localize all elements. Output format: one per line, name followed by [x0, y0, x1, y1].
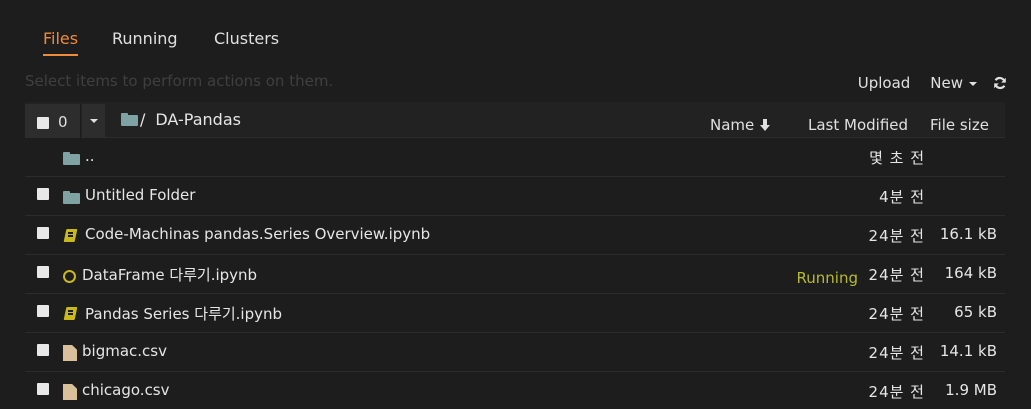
- item-last-modified: 24분 전: [868, 383, 925, 401]
- list-item[interactable]: chicago.csv 24분 전 1.9 MB: [25, 372, 1005, 409]
- item-file-size: 65 kB: [954, 303, 997, 321]
- row-checkbox[interactable]: [37, 266, 49, 278]
- sort-name-label: Name: [710, 116, 755, 134]
- tab-bar: Files Running Clusters: [25, 28, 1005, 56]
- new-button-label: New: [930, 74, 963, 92]
- item-last-modified: 24분 전: [868, 305, 925, 323]
- item-name[interactable]: Pandas Series 다루기.ipynb: [85, 303, 282, 324]
- item-name[interactable]: Code-Machinas pandas.Series Overview.ipy…: [85, 225, 430, 243]
- selected-count: 0: [58, 113, 68, 131]
- sort-by-name-button[interactable]: Name: [710, 116, 771, 134]
- refresh-icon[interactable]: [993, 76, 1007, 90]
- folder-icon: [63, 151, 80, 169]
- selection-hint: Select items to perform actions on them.: [25, 72, 334, 90]
- running-circle-icon: [63, 269, 76, 287]
- list-item[interactable]: Pandas Series 다루기.ipynb 24분 전 65 kB: [25, 294, 1005, 333]
- chevron-down-icon: [90, 119, 98, 123]
- arrow-down-icon: [760, 119, 771, 131]
- chevron-down-icon: [969, 81, 977, 86]
- item-name[interactable]: DataFrame 다루기.ipynb: [82, 264, 257, 285]
- item-last-modified: 24분 전: [868, 227, 925, 245]
- item-name[interactable]: chicago.csv: [82, 381, 170, 399]
- list-item[interactable]: .. 몇 초 전: [25, 138, 1005, 177]
- file-list: 0 / DA-Pandas Name Last Modified File si…: [25, 102, 1005, 409]
- breadcrumb: / DA-Pandas: [121, 110, 241, 129]
- tab-clusters[interactable]: Clusters: [214, 28, 279, 56]
- folder-icon: [63, 190, 80, 208]
- file-icon: [63, 345, 77, 365]
- sort-by-last-modified-button[interactable]: Last Modified: [808, 116, 908, 134]
- item-file-size: 16.1 kB: [939, 225, 997, 243]
- file-icon: [63, 384, 77, 404]
- item-last-modified: 24분 전: [868, 266, 925, 284]
- select-all-button[interactable]: 0: [25, 104, 81, 138]
- item-name[interactable]: ..: [85, 147, 95, 165]
- row-checkbox[interactable]: [37, 383, 49, 395]
- breadcrumb-separator: /: [140, 110, 146, 129]
- notebook-icon: [63, 228, 76, 246]
- item-last-modified: 몇 초 전: [869, 149, 925, 167]
- item-file-size: 164 kB: [944, 264, 997, 282]
- folder-icon[interactable]: [121, 113, 138, 126]
- list-item[interactable]: Code-Machinas pandas.Series Overview.ipy…: [25, 216, 1005, 255]
- item-file-size: 1.9 MB: [945, 381, 997, 399]
- new-button[interactable]: New: [930, 74, 977, 92]
- tab-files[interactable]: Files: [43, 28, 79, 56]
- running-status: Running: [796, 269, 858, 287]
- upload-button[interactable]: Upload: [858, 74, 911, 92]
- list-header: 0 / DA-Pandas Name Last Modified File si…: [25, 102, 1005, 138]
- tab-running[interactable]: Running: [112, 28, 178, 56]
- sort-by-file-size-button[interactable]: File size: [930, 116, 989, 134]
- row-checkbox[interactable]: [37, 305, 49, 317]
- item-last-modified: 4분 전: [879, 188, 925, 206]
- item-name[interactable]: bigmac.csv: [82, 342, 167, 360]
- list-item[interactable]: DataFrame 다루기.ipynb Running 24분 전 164 kB: [25, 255, 1005, 294]
- row-checkbox[interactable]: [37, 188, 49, 200]
- row-checkbox[interactable]: [37, 227, 49, 239]
- notebook-icon: [63, 306, 76, 324]
- item-last-modified: 24분 전: [868, 344, 925, 362]
- list-item[interactable]: bigmac.csv 24분 전 14.1 kB: [25, 333, 1005, 372]
- breadcrumb-folder-link[interactable]: DA-Pandas: [155, 110, 241, 129]
- row-checkbox[interactable]: [37, 344, 49, 356]
- list-item[interactable]: Untitled Folder 4분 전: [25, 177, 1005, 216]
- select-all-checkbox[interactable]: [37, 117, 49, 129]
- item-file-size: 14.1 kB: [939, 342, 997, 360]
- toolbar: Upload New: [838, 72, 1007, 94]
- select-dropdown-button[interactable]: [82, 104, 105, 138]
- item-name[interactable]: Untitled Folder: [85, 186, 195, 204]
